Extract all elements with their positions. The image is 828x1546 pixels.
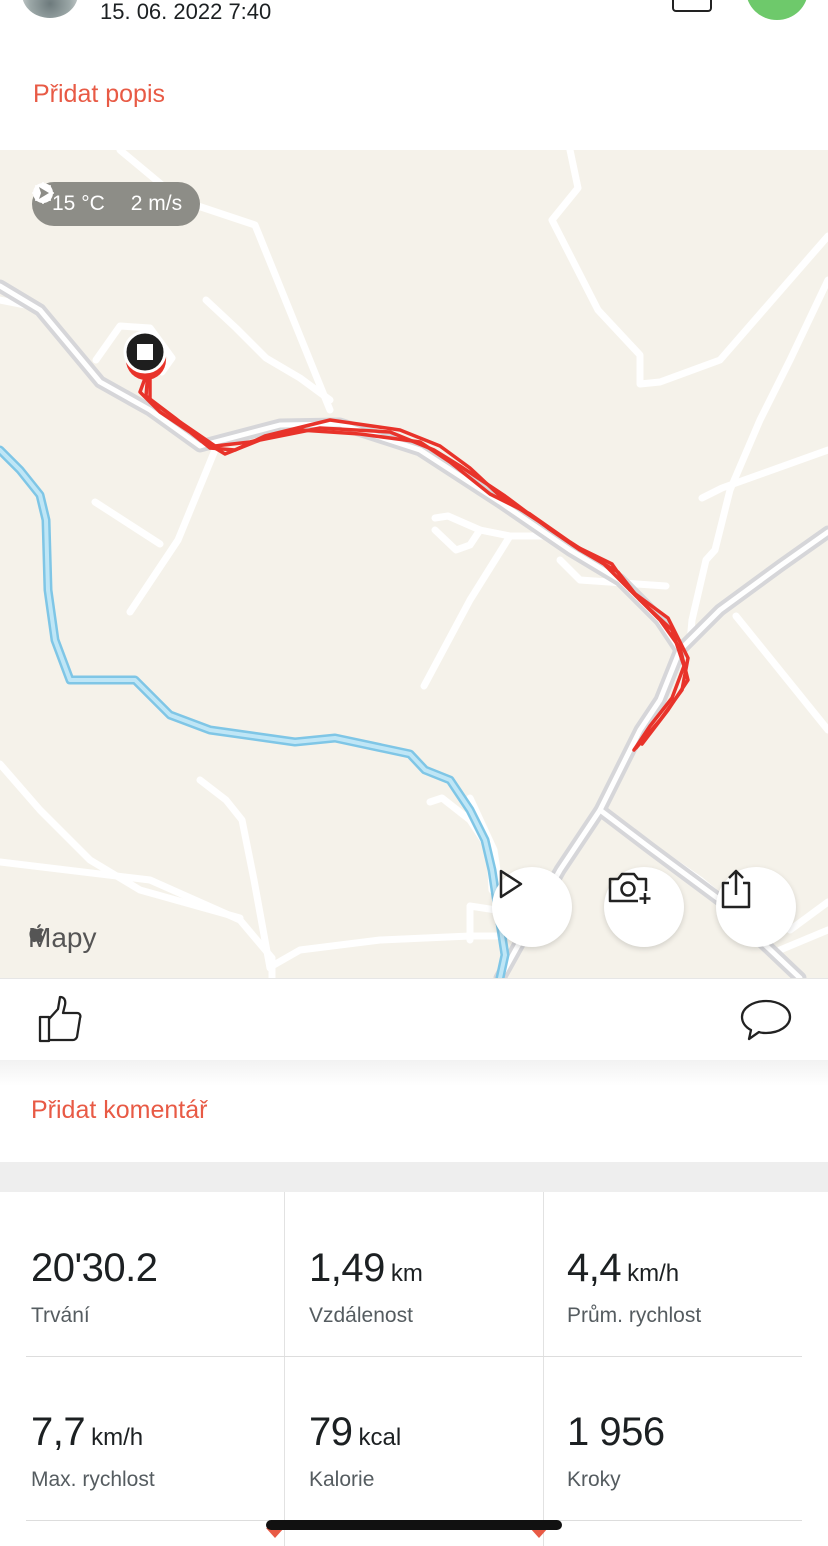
social-actions-bar xyxy=(0,978,828,1060)
stat-value: 20'30.2 xyxy=(31,1246,158,1290)
activity-header: 15. 06. 2022 7:40 Přidat popis xyxy=(0,0,828,150)
stats-grid: 20'30.2 Trvání 1,49 km Vzdálenost 4,4 km/h… xyxy=(0,1192,828,1546)
wind-text: 2 m/s xyxy=(130,192,183,215)
end-marker-icon[interactable] xyxy=(123,330,167,380)
map-canvas xyxy=(0,150,828,978)
add-description-link[interactable]: Přidat popis xyxy=(33,80,165,109)
stat-unit: km/h xyxy=(91,1424,144,1451)
stat-label: Kroky xyxy=(567,1468,621,1491)
add-comment-link[interactable]: Přidat komentář xyxy=(31,1096,207,1125)
grid-divider xyxy=(26,1356,802,1357)
add-photo-icon xyxy=(608,872,652,905)
stat-avg-speed: 4,4 km/h Prům. rychlost xyxy=(567,1192,825,1356)
stat-unit: kcal xyxy=(358,1424,402,1451)
section-separator xyxy=(0,1162,828,1192)
speech-bubble-icon xyxy=(740,999,792,1041)
stat-value: 79 xyxy=(309,1410,353,1454)
apple-logo-icon xyxy=(29,924,44,943)
share-icon xyxy=(721,869,751,909)
route-map[interactable]: 15 °C 2 m/s Mapy xyxy=(0,150,828,978)
stat-label: Vzdálenost xyxy=(309,1304,413,1327)
stat-value: 1,49 xyxy=(309,1246,385,1290)
stat-label: Prům. rychlost xyxy=(567,1304,702,1327)
wind-direction-icon xyxy=(33,183,53,203)
stat-calories: 79 kcal Kalorie xyxy=(309,1356,567,1520)
minor-roads xyxy=(0,150,828,978)
divider-shadow xyxy=(0,1060,828,1086)
home-indicator[interactable] xyxy=(266,1520,562,1530)
grid-divider xyxy=(543,1192,544,1546)
stat-value: 4,4 xyxy=(567,1246,622,1290)
map-attribution[interactable]: Mapy xyxy=(28,922,96,954)
weather-badge: 15 °C 2 m/s xyxy=(32,182,201,226)
share-button[interactable] xyxy=(716,867,796,947)
stat-max-speed: 7,7 km/h Max. rychlost xyxy=(31,1356,289,1520)
like-button[interactable] xyxy=(36,993,88,1050)
stat-value: 7,7 xyxy=(31,1410,86,1454)
stat-steps: 1 956 Kroky xyxy=(567,1356,825,1520)
thumbs-up-icon xyxy=(38,995,82,1043)
stat-value: 1 956 xyxy=(567,1410,665,1454)
river xyxy=(0,445,510,978)
stat-label: Kalorie xyxy=(309,1468,375,1491)
save-icon[interactable] xyxy=(672,0,712,12)
route-path xyxy=(138,368,690,752)
grid-divider xyxy=(284,1192,285,1546)
add-photo-button[interactable] xyxy=(604,867,684,947)
avatar[interactable] xyxy=(22,0,78,18)
play-button[interactable] xyxy=(492,867,572,947)
stat-unit: km xyxy=(390,1260,423,1287)
comment-button[interactable] xyxy=(738,997,794,1050)
play-icon xyxy=(499,869,523,899)
activity-type-badge[interactable] xyxy=(746,0,808,20)
temperature-text: 15 °C xyxy=(52,192,105,215)
activity-date: 15. 06. 2022 7:40 xyxy=(100,0,272,24)
stat-label: Max. rychlost xyxy=(31,1468,155,1491)
stat-label: Trvání xyxy=(31,1304,90,1327)
stat-distance: 1,49 km Vzdálenost xyxy=(309,1192,567,1356)
stat-unit: km/h xyxy=(627,1260,680,1287)
stat-duration: 20'30.2 Trvání xyxy=(31,1192,289,1356)
